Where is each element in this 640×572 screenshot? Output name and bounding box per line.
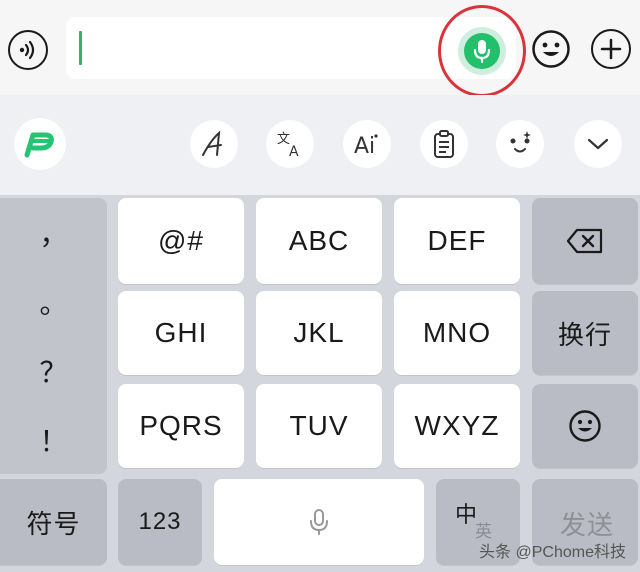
voice-input-button[interactable] xyxy=(458,27,506,75)
punct-exclaim-key[interactable]: ！ xyxy=(0,405,107,474)
p-logo-icon[interactable] xyxy=(14,118,66,170)
numbers-key[interactable]: 123 xyxy=(118,479,202,565)
backspace-key[interactable] xyxy=(532,198,638,284)
punct-comma-key[interactable]: ， xyxy=(0,198,107,267)
key-ghi[interactable]: GHI xyxy=(118,291,244,375)
key-wxyz[interactable]: WXYZ xyxy=(394,384,520,468)
key-abc[interactable]: ABC xyxy=(256,198,382,284)
emoji-key[interactable] xyxy=(532,384,638,468)
chevron-down-icon[interactable] xyxy=(574,120,622,168)
punct-period-key[interactable]: 。 xyxy=(0,267,107,336)
calligraphy-a-icon[interactable] xyxy=(190,120,238,168)
watermark-text: 头条 @PChome科技 xyxy=(479,544,626,561)
newline-key[interactable]: 换行 xyxy=(532,291,638,375)
key-symbols-at[interactable]: @# xyxy=(118,198,244,284)
svg-text:Ai: Ai xyxy=(354,134,375,157)
punct-question-key[interactable]: ？ xyxy=(0,336,107,405)
svg-text:A: A xyxy=(289,144,299,159)
key-def[interactable]: DEF xyxy=(394,198,520,284)
face-sticker-icon[interactable] xyxy=(496,120,544,168)
smiley-icon[interactable] xyxy=(531,29,571,69)
plus-icon[interactable] xyxy=(591,29,631,69)
key-pqrs[interactable]: PQRS xyxy=(118,384,244,468)
punctuation-column: ， 。 ？ ！ xyxy=(0,198,107,474)
t9-keyboard: ， 。 ？ ！ @# ABC DEF GHI JKL MNO 换行 PQRS T… xyxy=(0,195,640,572)
keyboard-toolbar: 文 A Ai xyxy=(0,95,640,195)
input-bar xyxy=(0,0,640,97)
space-key[interactable] xyxy=(214,479,424,565)
smiley-icon xyxy=(569,410,601,442)
voice-wave-icon[interactable] xyxy=(8,30,48,70)
microphone-icon xyxy=(464,33,500,69)
microphone-icon xyxy=(310,509,328,535)
key-mno[interactable]: MNO xyxy=(394,291,520,375)
text-caret xyxy=(79,31,82,65)
key-tuv[interactable]: TUV xyxy=(256,384,382,468)
ai-icon[interactable]: Ai xyxy=(343,120,391,168)
clipboard-icon[interactable] xyxy=(420,120,468,168)
key-jkl[interactable]: JKL xyxy=(256,291,382,375)
backspace-icon xyxy=(566,228,603,254)
translate-icon[interactable]: 文 A xyxy=(266,120,314,168)
symbols-key[interactable]: 符号 xyxy=(0,479,107,565)
